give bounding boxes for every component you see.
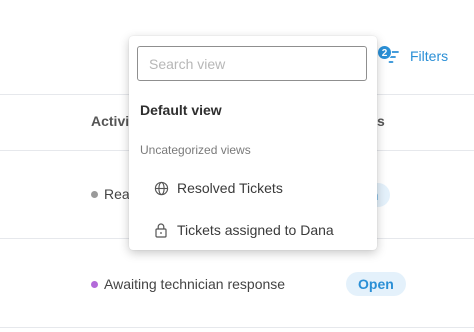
views-dropdown: Default view Uncategorized views Resolve… <box>129 36 377 250</box>
view-item-label: Resolved Tickets <box>177 180 283 196</box>
activity-cell: Rea <box>91 186 130 202</box>
status-badge: Open <box>346 272 406 296</box>
lock-icon <box>153 222 169 238</box>
search-view-input[interactable] <box>137 46 367 81</box>
filters-label: Filters <box>410 48 449 64</box>
view-item-tickets-assigned-to-dana[interactable]: Tickets assigned to Dana <box>129 212 377 248</box>
activity-label: Rea <box>104 186 130 202</box>
column-header-status[interactable]: s <box>377 113 385 129</box>
filters-count-badge: 2 <box>377 45 392 60</box>
activity-status-dot <box>91 190 98 198</box>
uncategorized-views-label: Uncategorized views <box>140 143 251 157</box>
activity-status-dot <box>91 280 98 288</box>
view-item-label: Tickets assigned to Dana <box>177 222 334 238</box>
activity-label: Awaiting technician response <box>104 276 286 292</box>
activity-cell: Awaiting technician response <box>91 276 285 292</box>
view-item-resolved-tickets[interactable]: Resolved Tickets <box>129 170 377 206</box>
default-view-option[interactable]: Default view <box>140 102 222 118</box>
column-header-activity[interactable]: Activit <box>91 113 134 129</box>
globe-icon <box>153 180 169 196</box>
filter-lines-icon: 2 <box>377 44 403 68</box>
filters-button[interactable]: 2 Filters <box>377 41 448 71</box>
row-divider <box>0 327 474 328</box>
